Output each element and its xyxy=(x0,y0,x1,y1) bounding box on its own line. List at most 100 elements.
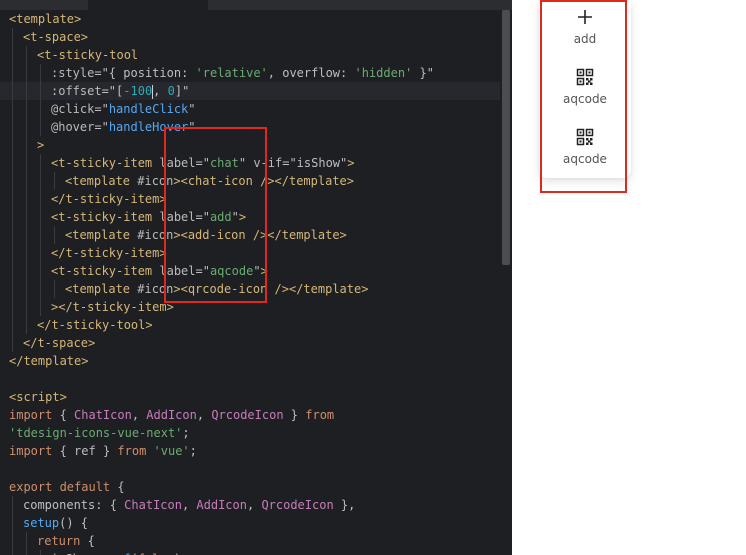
code-line[interactable]: </t-space> xyxy=(0,334,500,352)
code-token: @click xyxy=(51,102,95,116)
code-token: }" xyxy=(412,66,434,80)
code-token: 'hidden' xyxy=(354,66,413,80)
indent-guide xyxy=(12,496,13,514)
indent-guide xyxy=(40,208,41,226)
code-token: AddIcon xyxy=(196,498,247,512)
code-line[interactable]: <t-sticky-tool xyxy=(0,46,500,64)
indent-guide xyxy=(26,100,27,118)
code-line-content: setup() { xyxy=(23,514,88,532)
indent-guide xyxy=(12,208,13,226)
code-token: 0 xyxy=(167,84,175,98)
code-line-content: :style="{ position: 'relative', overflow… xyxy=(51,64,434,82)
indent-guide xyxy=(12,298,13,316)
code-token: : xyxy=(181,66,196,80)
code-token: <t-sticky-item xyxy=(51,156,160,170)
code-token: " xyxy=(188,102,196,116)
indent-guide xyxy=(26,262,27,280)
code-token: , xyxy=(196,408,212,422)
code-token: QrcodeIcon xyxy=(261,498,334,512)
indent-guide xyxy=(12,262,13,280)
code-line[interactable]: @click="handleClick" xyxy=(0,100,500,118)
code-token: , xyxy=(131,408,147,422)
code-line-content: </t-sticky-tool> xyxy=(37,316,153,334)
editor-scrollbar-thumb[interactable] xyxy=(502,10,510,265)
indent-guide xyxy=(40,226,41,244)
code-token: </t-sticky-item> xyxy=(51,246,167,260)
code-line[interactable]: isShow: ref(false), xyxy=(0,550,500,555)
code-token: ; xyxy=(182,426,190,440)
indent-guide xyxy=(40,172,41,190)
code-line[interactable]: :offset="[-100, 0]" xyxy=(0,82,500,100)
indent-guide xyxy=(12,28,13,46)
code-token: 'relative' xyxy=(195,66,268,80)
indent-guide xyxy=(12,514,13,532)
code-token: import xyxy=(9,408,60,422)
code-line[interactable]: <script> xyxy=(0,388,500,406)
code-token: <script> xyxy=(9,390,67,404)
code-line[interactable] xyxy=(0,370,500,388)
indent-guide xyxy=(26,118,27,136)
code-line[interactable]: return { xyxy=(0,532,500,550)
code-token: @hover xyxy=(51,120,95,134)
code-line[interactable]: <template> xyxy=(0,10,500,28)
indent-guide xyxy=(40,100,41,118)
code-token: { xyxy=(59,444,75,458)
indent-guide xyxy=(26,190,27,208)
indent-guide xyxy=(12,280,13,298)
code-token: :style xyxy=(51,66,95,80)
active-tab[interactable] xyxy=(88,0,208,10)
editor-scrollbar[interactable] xyxy=(500,10,512,555)
code-line[interactable]: setup() { xyxy=(0,514,500,532)
indent-guide xyxy=(12,172,13,190)
code-line[interactable]: :style="{ position: 'relative', overflow… xyxy=(0,64,500,82)
indent-guide xyxy=(12,82,13,100)
indent-guide xyxy=(54,226,55,244)
code-token: } xyxy=(283,408,306,422)
indent-guide xyxy=(26,46,27,64)
indent-guide xyxy=(12,46,13,64)
indent-guide xyxy=(26,280,27,298)
indent-guide xyxy=(26,154,27,172)
code-token: ="{ xyxy=(94,66,124,80)
code-token: () { xyxy=(59,516,89,530)
code-token: handleClick xyxy=(108,102,189,116)
code-token: </t-sticky-tool> xyxy=(37,318,153,332)
code-line[interactable]: 'tdesign-icons-vue-next'; xyxy=(0,424,500,442)
code-line[interactable]: <t-space> xyxy=(0,28,500,46)
code-token: =" xyxy=(282,156,297,170)
indent-guide xyxy=(12,190,13,208)
code-line-content: </t-sticky-item> xyxy=(51,190,167,208)
code-line[interactable] xyxy=(0,460,500,478)
code-token: return xyxy=(37,534,88,548)
code-line[interactable]: import { ref } from 'vue'; xyxy=(0,442,500,460)
indent-guide xyxy=(40,82,41,100)
code-line-content: <t-space> xyxy=(23,28,88,46)
code-line-content: import { ref } from 'vue'; xyxy=(9,442,197,460)
code-token: : { xyxy=(95,498,125,512)
code-line[interactable]: components: { ChatIcon, AddIcon, QrcodeI… xyxy=(0,496,500,514)
preview-highlight-box xyxy=(540,0,627,193)
code-token: , xyxy=(246,498,262,512)
code-line[interactable]: import { ChatIcon, AddIcon, QrcodeIcon }… xyxy=(0,406,500,424)
code-line-content: isShow: ref(false), xyxy=(51,550,188,555)
code-token: overflow xyxy=(282,66,341,80)
indent-guide xyxy=(26,208,27,226)
code-token: export default xyxy=(9,480,118,494)
code-token: ]" xyxy=(174,84,190,98)
code-token: from xyxy=(117,444,154,458)
code-token: isShow xyxy=(296,156,341,170)
code-line-content: import { ChatIcon, AddIcon, QrcodeIcon }… xyxy=(9,406,334,424)
code-token: -100 xyxy=(123,84,153,98)
code-line-content: ></t-sticky-item> xyxy=(51,298,174,316)
code-line-content: @click="handleClick" xyxy=(51,100,196,118)
code-line-content: 'tdesign-icons-vue-next'; xyxy=(9,424,190,442)
code-line[interactable]: </t-sticky-tool> xyxy=(0,316,500,334)
code-line[interactable]: </template> xyxy=(0,352,500,370)
code-token: { xyxy=(117,480,125,494)
code-token: ChatIcon xyxy=(124,498,182,512)
code-token: =" xyxy=(94,120,109,134)
code-line[interactable]: export default { xyxy=(0,478,500,496)
code-token: import xyxy=(9,444,60,458)
indent-guide xyxy=(26,316,27,334)
code-token: , xyxy=(181,498,197,512)
